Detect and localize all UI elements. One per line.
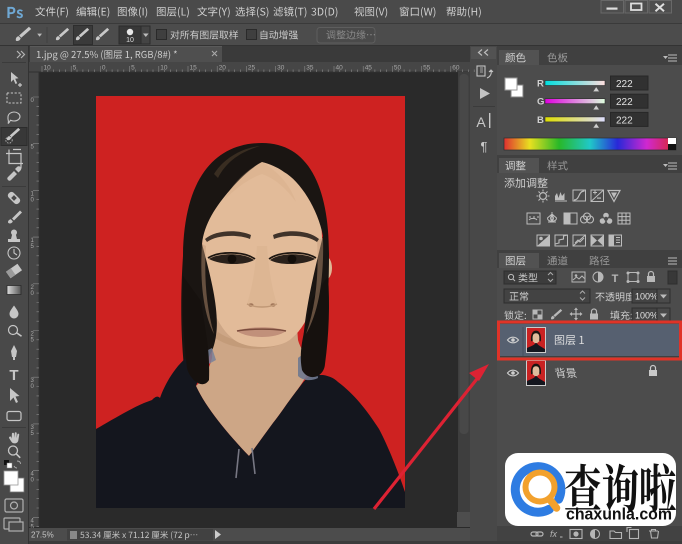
svg-text:27.5%: 27.5% <box>31 531 54 540</box>
svg-text:20: 20 <box>219 65 227 72</box>
svg-text:60: 60 <box>452 65 460 72</box>
svg-text:15: 15 <box>190 65 198 72</box>
svg-text:B: B <box>537 115 544 126</box>
svg-text:100%: 100% <box>635 311 658 321</box>
svg-text:45: 45 <box>365 65 373 72</box>
svg-text:40: 40 <box>336 65 344 72</box>
svg-text:10: 10 <box>44 65 52 72</box>
svg-text:0: 0 <box>102 65 106 72</box>
svg-text:222: 222 <box>616 97 633 108</box>
svg-text:A: A <box>476 114 486 130</box>
svg-text:10: 10 <box>126 37 134 44</box>
svg-text:¶: ¶ <box>481 139 488 154</box>
svg-text:222: 222 <box>616 115 633 126</box>
svg-text:R: R <box>537 79 544 90</box>
svg-text:fx: fx <box>550 529 558 539</box>
svg-text:30: 30 <box>277 65 285 72</box>
svg-text:chaxunla.com: chaxunla.com <box>566 505 672 524</box>
svg-text:5: 5 <box>73 65 77 72</box>
svg-text:G: G <box>537 97 544 108</box>
svg-text:50: 50 <box>394 65 402 72</box>
svg-text:T: T <box>9 367 18 384</box>
svg-text:100%: 100% <box>635 292 658 302</box>
svg-text:T: T <box>612 273 619 285</box>
svg-text:10: 10 <box>160 65 168 72</box>
svg-text:25: 25 <box>248 65 256 72</box>
svg-text:5: 5 <box>131 65 135 72</box>
svg-text:35: 35 <box>306 65 314 72</box>
svg-text:222: 222 <box>616 79 633 90</box>
svg-text:55: 55 <box>423 65 431 72</box>
